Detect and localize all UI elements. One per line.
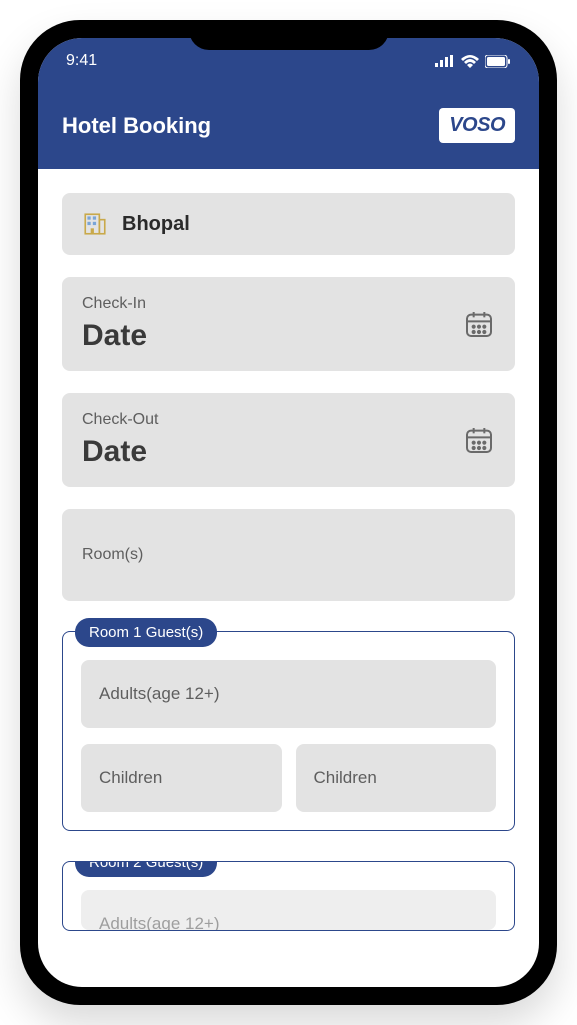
hotel-icon	[82, 211, 108, 237]
room-1-children-2-field[interactable]: Children	[296, 744, 497, 812]
content-area: Bhopal Check-In Date Check-Out Date Room…	[38, 169, 539, 950]
room-2-title: Room 2 Guest(s)	[75, 861, 217, 877]
room-1-children-1-field[interactable]: Children	[81, 744, 282, 812]
screen: 9:41 Hotel Booking VOSO Bhopal Check-In …	[38, 38, 539, 987]
check-out-field[interactable]: Check-Out Date	[62, 393, 515, 487]
rooms-field[interactable]: Room(s)	[62, 509, 515, 601]
app-header: Hotel Booking VOSO	[38, 78, 539, 169]
check-in-value: Date	[82, 319, 147, 353]
cellular-icon	[435, 55, 455, 67]
room-1-section: Room 1 Guest(s) Adults(age 12+) Children…	[62, 631, 515, 831]
location-field[interactable]: Bhopal	[62, 193, 515, 255]
wifi-icon	[461, 55, 479, 68]
room-1-adults-field[interactable]: Adults(age 12+)	[81, 660, 496, 728]
room-2-adults-field[interactable]: Adults(age 12+)	[81, 890, 496, 930]
check-out-value: Date	[82, 435, 158, 469]
calendar-icon	[463, 424, 495, 456]
status-time: 9:41	[66, 52, 97, 70]
check-in-field[interactable]: Check-In Date	[62, 277, 515, 371]
status-icons	[435, 55, 511, 68]
check-out-label: Check-Out	[82, 411, 158, 429]
phone-frame: 9:41 Hotel Booking VOSO Bhopal Check-In …	[20, 20, 557, 1005]
location-value: Bhopal	[122, 213, 190, 236]
rooms-label: Room(s)	[82, 546, 143, 564]
battery-icon	[485, 55, 511, 68]
brand-logo: VOSO	[439, 108, 515, 143]
page-title: Hotel Booking	[62, 113, 211, 139]
room-1-title: Room 1 Guest(s)	[75, 618, 217, 647]
room-2-section: Room 2 Guest(s) Adults(age 12+)	[62, 861, 515, 931]
phone-notch	[189, 20, 389, 50]
calendar-icon	[463, 308, 495, 340]
check-in-label: Check-In	[82, 295, 147, 313]
